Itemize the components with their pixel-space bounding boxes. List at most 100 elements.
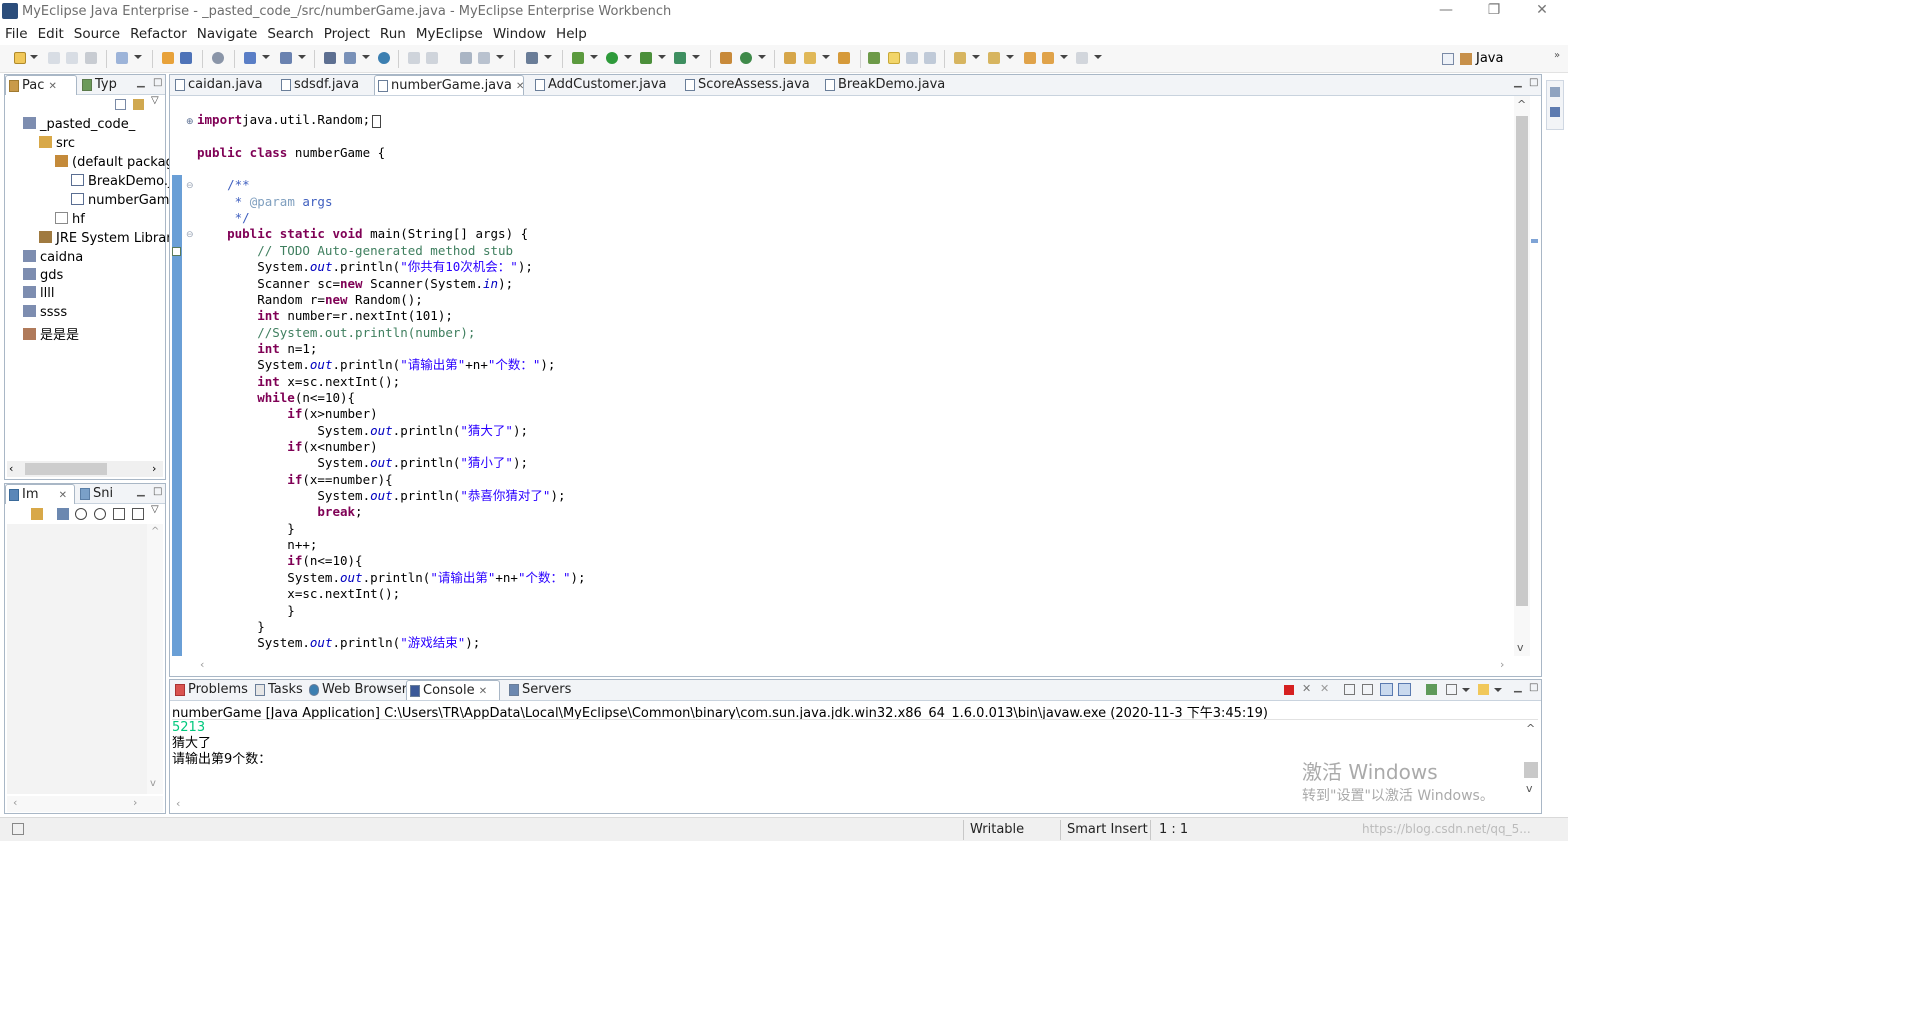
code-line[interactable]: } [197, 521, 295, 537]
dropdown-icon[interactable] [972, 55, 980, 59]
tab-breakdemo[interactable]: BreakDemo.java [822, 75, 945, 95]
code-line[interactable]: int x=sc.nextInt(); [197, 374, 400, 390]
clear-console-icon[interactable] [1344, 684, 1355, 695]
toggle-mark-icon[interactable] [868, 52, 880, 64]
tree-item-caidna[interactable]: caidna [23, 250, 83, 265]
new-class-icon[interactable] [740, 52, 752, 64]
chevron-right-icon[interactable]: » [1554, 50, 1560, 61]
tree-item-ssss[interactable]: ssss [23, 305, 67, 320]
last-edit-icon[interactable] [1024, 52, 1036, 64]
tab-console[interactable]: Console ✕ [406, 680, 500, 700]
tree-item-breakdemo[interactable]: BreakDemo.j [71, 174, 172, 189]
open-perspective-icon[interactable] [1442, 53, 1454, 65]
code-line[interactable]: * @param args [197, 194, 333, 210]
menu-project[interactable]: Project [319, 24, 375, 42]
code-line[interactable]: System.out.println("你共有10次机会："); [197, 259, 533, 275]
code-line[interactable]: System.out.println("猜大了"); [197, 423, 528, 439]
zoom-out-icon[interactable] [75, 508, 87, 520]
highlight-icon[interactable] [888, 52, 900, 64]
minimize-button[interactable]: — [1436, 2, 1456, 20]
dropdown-icon[interactable] [362, 55, 370, 59]
dropdown-icon[interactable] [822, 55, 830, 59]
tree-item-jre[interactable]: JRE System Library [39, 231, 179, 246]
code-line[interactable]: // TODO Auto-generated method stub [197, 243, 513, 259]
menu-source[interactable]: Source [69, 24, 125, 42]
code-line[interactable]: importjava.util.Random; [197, 112, 370, 128]
scroll-left-icon[interactable]: ‹ [176, 797, 180, 810]
tab-tasks[interactable]: Tasks [252, 680, 303, 700]
save-all-icon[interactable] [66, 52, 78, 64]
server-icon[interactable] [244, 52, 256, 64]
open-task-icon[interactable] [838, 52, 850, 64]
tab-sdsdf[interactable]: sdsdf.java [278, 75, 359, 95]
outline-icon[interactable] [1550, 87, 1560, 97]
new-dropdown-icon[interactable] [30, 55, 38, 59]
tree-item-default-package[interactable]: (default packag [55, 155, 174, 170]
dropdown-icon[interactable] [624, 55, 632, 59]
code-line[interactable]: int number=r.nextInt(101); [197, 308, 453, 324]
deploy-icon[interactable] [212, 52, 224, 64]
tab-addcustomer[interactable]: AddCustomer.java [532, 75, 667, 95]
dropdown-icon[interactable] [1006, 55, 1014, 59]
code-line[interactable]: if(x>number) [197, 406, 377, 422]
tree-item-shishishi[interactable]: 是是是 [23, 324, 79, 343]
menu-help[interactable]: Help [551, 24, 592, 42]
perspective-label[interactable]: Java [1476, 51, 1503, 66]
scroll-left-icon[interactable]: ‹ [13, 796, 17, 809]
code-line[interactable]: //System.out.println(number); [197, 325, 475, 341]
dropdown-icon[interactable] [1462, 688, 1470, 692]
tree-item-project[interactable]: _pasted_code_ [23, 117, 135, 132]
code-line[interactable]: } [197, 619, 265, 635]
code-line[interactable]: int n=1; [197, 341, 317, 357]
minimize-icon[interactable]: ▁ [137, 486, 145, 497]
code-line[interactable]: System.out.println("请输出第"+n+"个数："); [197, 570, 585, 586]
print-icon[interactable] [85, 52, 97, 64]
editor-horizontal-scrollbar[interactable]: ‹ › [184, 658, 1514, 674]
menu-refactor[interactable]: Refactor [125, 24, 192, 42]
pin-console-icon[interactable] [1426, 684, 1437, 695]
code-line[interactable]: break; [197, 504, 362, 520]
run-external-icon[interactable] [640, 52, 652, 64]
tab-web-browser[interactable]: Web Browser [306, 680, 407, 700]
scroll-thumb[interactable] [1524, 762, 1538, 778]
show-whitespace-icon[interactable] [924, 52, 936, 64]
menu-search[interactable]: Search [262, 24, 318, 42]
sync-icon[interactable] [31, 508, 43, 520]
scroll-left-icon[interactable]: ‹ [9, 462, 13, 475]
code-line[interactable]: } [197, 603, 295, 619]
scroll-right-icon[interactable]: › [152, 462, 156, 475]
console-vertical-scrollbar[interactable]: ^ v [1524, 722, 1538, 796]
open-folder-icon[interactable] [784, 52, 796, 64]
run-icon[interactable] [606, 52, 618, 64]
perspective-switcher[interactable]: Java [1440, 47, 1568, 71]
code-line[interactable]: public class numberGame { [197, 145, 385, 161]
code-line[interactable]: /** [197, 177, 250, 193]
code-line[interactable]: n++; [197, 537, 317, 553]
scroll-down-icon[interactable]: v [1526, 782, 1533, 795]
code-line[interactable]: if(x==number){ [197, 472, 392, 488]
tab-snippets[interactable]: Sni [77, 484, 127, 504]
fold-collapse-icon[interactable]: ⊖ [186, 181, 194, 191]
tool-icon[interactable] [460, 52, 472, 64]
fold-expand-icon[interactable]: ⊕ [186, 117, 194, 127]
dropdown-icon[interactable] [298, 55, 306, 59]
terminate-icon[interactable] [1284, 685, 1294, 695]
collapse-all-icon[interactable] [115, 99, 126, 110]
close-icon[interactable]: ✕ [59, 490, 67, 501]
new-java-project-icon[interactable] [116, 52, 128, 64]
vertical-scrollbar[interactable]: ^ v [147, 524, 163, 794]
horizontal-scrollbar[interactable]: ‹ › [7, 796, 163, 812]
tab-servers[interactable]: Servers [506, 680, 571, 700]
menu-file[interactable]: File [0, 24, 33, 42]
tab-problems[interactable]: Problems [172, 680, 248, 700]
scroll-left-icon[interactable]: ‹ [200, 658, 204, 671]
fast-view-icon[interactable] [12, 823, 24, 835]
scroll-lock-icon[interactable] [1362, 684, 1373, 695]
scroll-up-icon[interactable]: ^ [1517, 98, 1526, 111]
remove-all-icon[interactable]: ✕ [1320, 682, 1329, 695]
code-line[interactable]: while(n<=10){ [197, 390, 355, 406]
dropdown-icon[interactable] [590, 55, 598, 59]
maximize-icon[interactable]: □ [153, 486, 162, 497]
globe-icon[interactable] [378, 52, 390, 64]
close-button[interactable]: ✕ [1532, 2, 1552, 20]
